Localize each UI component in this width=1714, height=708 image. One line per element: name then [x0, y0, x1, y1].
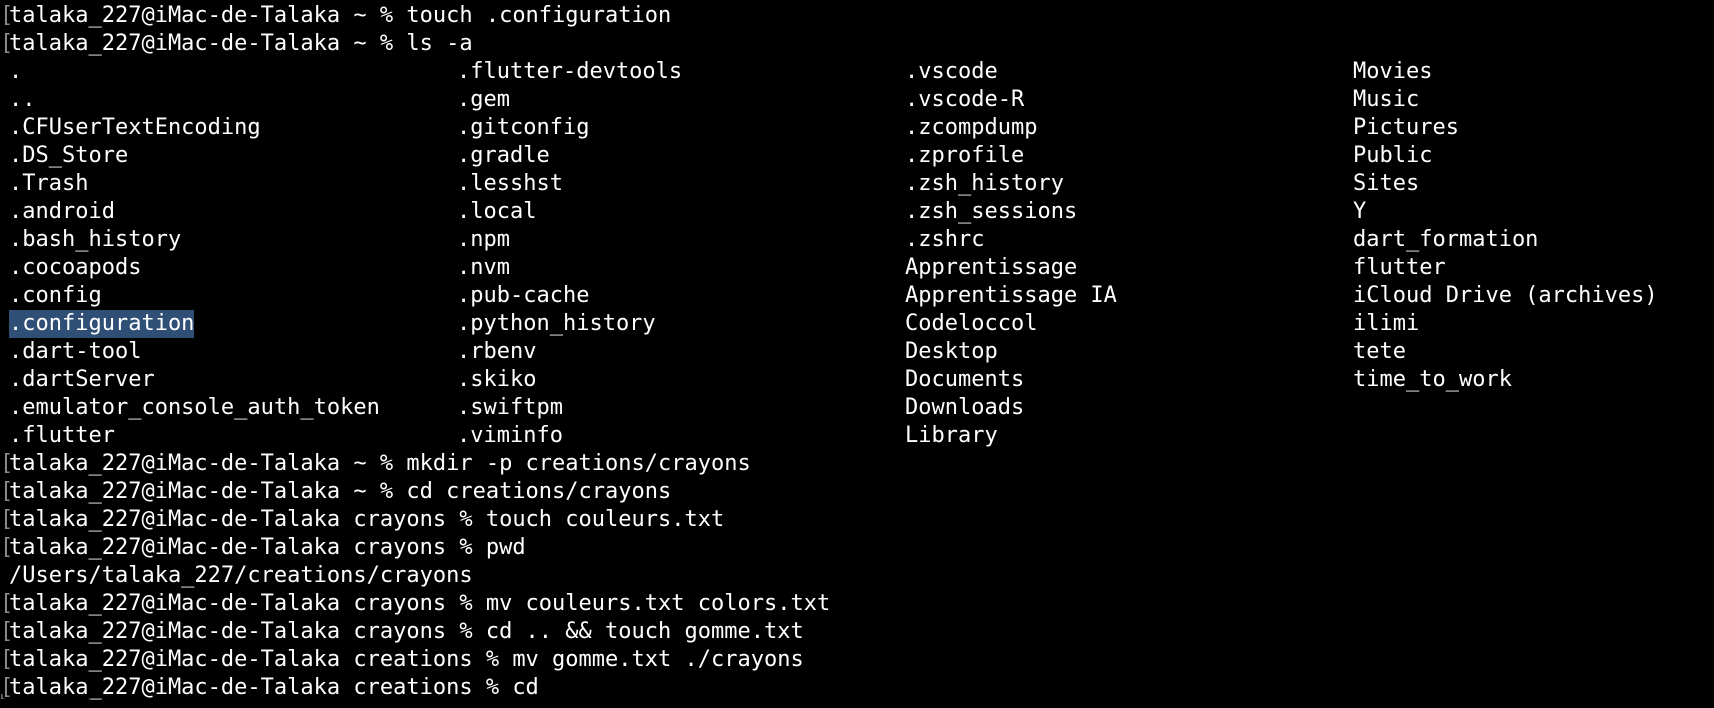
- ls-entry: Documents: [905, 367, 1025, 392]
- command-line-text: talaka_227@iMac-de-Talaka ~ % ls -a: [9, 31, 473, 56]
- ls-entry: .pub-cache: [457, 283, 590, 308]
- ls-row: .DS_Store .gradle .zprofile Public: [0, 142, 1714, 170]
- ls-entry: .gem: [457, 87, 510, 112]
- ls-entry: .zsh_history: [905, 171, 1064, 196]
- ls-entry: .rbenv: [457, 339, 537, 364]
- command-line-text: talaka_227@iMac-de-Talaka ~ % cd creatio…: [9, 479, 672, 504]
- ls-entry: .zsh_sessions: [905, 199, 1078, 224]
- ls-row: .. .gem .vscode-R Music: [0, 86, 1714, 114]
- command-line: [talaka_227@iMac-de-Talaka creations % m…: [0, 646, 1714, 674]
- ls-entry: .Trash: [9, 171, 89, 196]
- ls-entry: Music: [1353, 87, 1420, 112]
- ls-row: .dart-tool .rbenv Desktop tete: [0, 338, 1714, 366]
- ls-entry: time_to_work: [1353, 367, 1512, 392]
- ls-entry: .swiftpm: [457, 395, 563, 420]
- ls-entry: Public: [1353, 143, 1433, 168]
- ls-entry: .CFUserTextEncoding: [9, 115, 261, 140]
- ls-entry: .gradle: [457, 143, 550, 168]
- command-line-text: talaka_227@iMac-de-Talaka crayons % cd .…: [9, 619, 804, 644]
- ls-entry: Library: [905, 423, 998, 448]
- cutoff-line-text: talaka_227@iMac-de-Talaka ~ % ls -a: [9, 694, 132, 708]
- ls-row: . .flutter-devtools .vscode Movies: [0, 58, 1714, 86]
- ls-row: .android .local .zsh_sessions Y: [0, 198, 1714, 226]
- ls-entry: .android: [9, 199, 115, 224]
- ls-entry: Codeloccol: [905, 311, 1038, 336]
- ls-entry: .zshrc: [905, 227, 985, 252]
- command-line: [talaka_227@iMac-de-Talaka ~ % mkdir -p …: [0, 450, 1714, 478]
- ls-row: .bash_history .npm .zshrc dart_formation: [0, 226, 1714, 254]
- ls-entry: .python_history: [457, 311, 656, 336]
- ls-entry: Apprentissage IA: [905, 283, 1117, 308]
- ls-entry: .flutter: [9, 423, 115, 448]
- ls-entry: .cocoapods: [9, 255, 142, 280]
- command-line-text: talaka_227@iMac-de-Talaka ~ % touch .con…: [9, 3, 672, 28]
- ls-entry-selected[interactable]: .configuration: [9, 310, 195, 338]
- command-line: [talaka_227@iMac-de-Talaka ~ % ls -a: [0, 30, 1714, 58]
- ls-row: .dartServer .skiko Documents time_to_work: [0, 366, 1714, 394]
- prompt-bracket: [: [0, 694, 5, 702]
- ls-entry: .gitconfig: [457, 115, 590, 140]
- ls-entry: .skiko: [457, 367, 537, 392]
- ls-entry: .zcompdump: [905, 115, 1038, 140]
- ls-entry: Sites: [1353, 171, 1420, 196]
- ls-entry: dart_formation: [1353, 227, 1539, 252]
- ls-entry: tete: [1353, 339, 1406, 364]
- output-line: /Users/talaka_227/creations/crayons: [0, 562, 1714, 590]
- ls-row: .emulator_console_auth_token .swiftpm Down…: [0, 394, 1714, 422]
- command-line: [talaka_227@iMac-de-Talaka crayons % mv …: [0, 590, 1714, 618]
- command-line-text: talaka_227@iMac-de-Talaka crayons % mv c…: [9, 591, 831, 616]
- ls-row: .configuration .python_history Codeloccol i…: [0, 310, 1714, 338]
- ls-entry: .lesshst: [457, 171, 563, 196]
- ls-entry: .config: [9, 283, 102, 308]
- command-line: [talaka_227@iMac-de-Talaka ~ % cd creati…: [0, 478, 1714, 506]
- ls-entry: .vscode: [905, 59, 998, 84]
- terminal-cutoff-area: [ talaka_227@iMac-de-Talaka ~ % ls -a: [0, 694, 1714, 708]
- ls-entry: Downloads: [905, 395, 1025, 420]
- command-line: [talaka_227@iMac-de-Talaka crayons % cd …: [0, 618, 1714, 646]
- command-line-text: talaka_227@iMac-de-Talaka crayons % pwd: [9, 535, 526, 560]
- ls-entry: Movies: [1353, 59, 1433, 84]
- ls-entry: .vscode-R: [905, 87, 1025, 112]
- ls-row: .cocoapods .nvm Apprentissage flutter: [0, 254, 1714, 282]
- command-line-text: talaka_227@iMac-de-Talaka crayons % touc…: [9, 507, 725, 532]
- ls-entry: .bash_history: [9, 227, 182, 252]
- command-line-text: talaka_227@iMac-de-Talaka ~ % mkdir -p c…: [9, 451, 751, 476]
- command-line: [talaka_227@iMac-de-Talaka crayons % tou…: [0, 506, 1714, 534]
- ls-row: .flutter .viminfo Library: [0, 422, 1714, 450]
- ls-entry: iCloud Drive (archives): [1353, 283, 1658, 308]
- ls-entry: Y: [1353, 199, 1367, 224]
- ls-row: .Trash .lesshst .zsh_history Sites: [0, 170, 1714, 198]
- output-line-text: /Users/talaka_227/creations/crayons: [9, 563, 473, 588]
- ls-entry: flutter: [1353, 255, 1446, 280]
- command-line: [talaka_227@iMac-de-Talaka ~ % touch .co…: [0, 2, 1714, 30]
- ls-entry: ..: [9, 87, 36, 112]
- ls-entry: .npm: [457, 227, 510, 252]
- ls-entry: .nvm: [457, 255, 510, 280]
- ls-entry: ilimi: [1353, 311, 1420, 336]
- ls-entry: .dartServer: [9, 367, 155, 392]
- ls-entry: .local: [457, 199, 537, 224]
- ls-entry: Apprentissage: [905, 255, 1078, 280]
- command-line-text: talaka_227@iMac-de-Talaka creations % mv…: [9, 647, 804, 672]
- command-line: [talaka_227@iMac-de-Talaka crayons % pwd: [0, 534, 1714, 562]
- ls-entry: .DS_Store: [9, 143, 129, 168]
- terminal-output[interactable]: [ talaka_227@iMac-de-Talaka ~ % touch .co…: [0, 2, 1714, 702]
- ls-entry: .flutter-devtools: [457, 59, 683, 84]
- ls-entry: .: [9, 59, 23, 84]
- ls-entry: .viminfo: [457, 423, 563, 448]
- ls-row: .config .pub-cache Apprentissage IA iCloud …: [0, 282, 1714, 310]
- ls-entry: Pictures: [1353, 115, 1459, 140]
- ls-entry: .dart-tool: [9, 339, 142, 364]
- ls-row: .CFUserTextEncoding .gitconfig .zcompdump P…: [0, 114, 1714, 142]
- ls-entry: .emulator_console_auth_token: [9, 395, 380, 420]
- ls-entry: .zprofile: [905, 143, 1025, 168]
- ls-entry: Desktop: [905, 339, 998, 364]
